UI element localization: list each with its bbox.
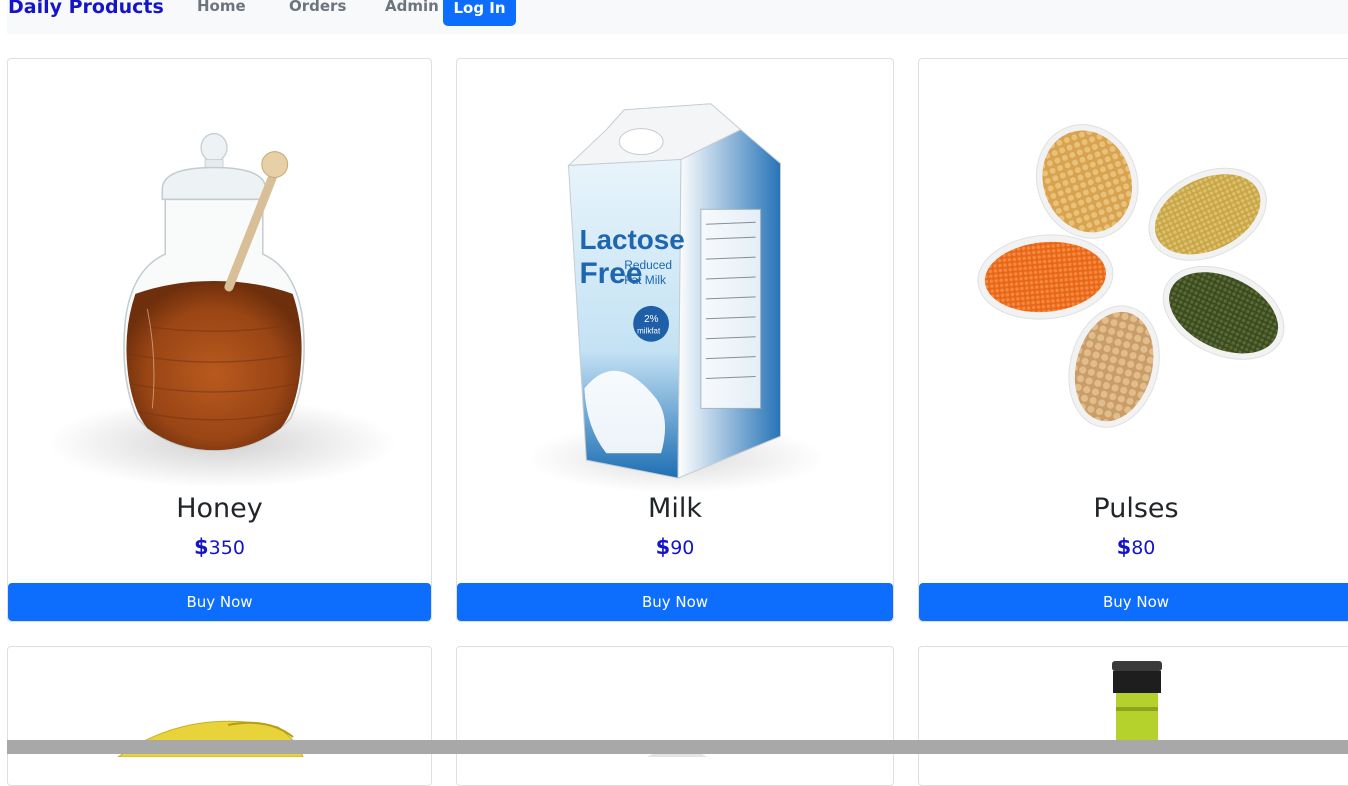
svg-text:milkfat: milkfat	[637, 327, 661, 336]
product-card-oil	[918, 646, 1348, 786]
svg-text:2%: 2%	[644, 314, 659, 325]
product-card-pulses: Pulses $80 Buy Now	[918, 58, 1348, 622]
svg-text:Fat Milk: Fat Milk	[624, 273, 666, 287]
product-name: Pulses	[1093, 493, 1179, 524]
product-name: Milk	[648, 493, 702, 524]
product-price: $80	[1116, 535, 1156, 559]
product-card-item-5	[456, 646, 894, 786]
nav-admin-link[interactable]: Admin	[385, 0, 439, 15]
horizontal-scrollbar[interactable]	[7, 740, 1348, 754]
product-price: $90	[655, 535, 695, 559]
buy-now-button-pulses[interactable]: Buy Now	[919, 583, 1348, 621]
svg-text:Lactose: Lactose	[579, 224, 684, 255]
nav-home-link[interactable]: Home	[197, 0, 246, 15]
buy-now-button-honey[interactable]: Buy Now	[8, 583, 431, 621]
honey-jar-image	[47, 132, 397, 489]
nav-orders-link[interactable]: Orders	[289, 0, 346, 15]
top-navbar: Daily Products Home Orders Admin Log In	[7, 0, 1348, 34]
svg-text:Reduced: Reduced	[624, 258, 672, 272]
brand-logo-link[interactable]: Daily Products	[8, 0, 164, 18]
product-card-milk: Lactose Free Reduced Fat Milk 2% milkfat…	[456, 58, 894, 622]
product-price: $350	[194, 535, 245, 559]
product-card-banana	[7, 646, 432, 786]
pulses-bowls-image	[977, 124, 1285, 428]
milk-carton-image: Lactose Free Reduced Fat Milk 2% milkfat	[526, 103, 826, 494]
buy-now-button-milk[interactable]: Buy Now	[457, 583, 893, 621]
product-name: Honey	[176, 493, 263, 524]
product-card-honey: Honey $350 Buy Now	[7, 58, 432, 622]
login-button[interactable]: Log In	[443, 0, 516, 26]
